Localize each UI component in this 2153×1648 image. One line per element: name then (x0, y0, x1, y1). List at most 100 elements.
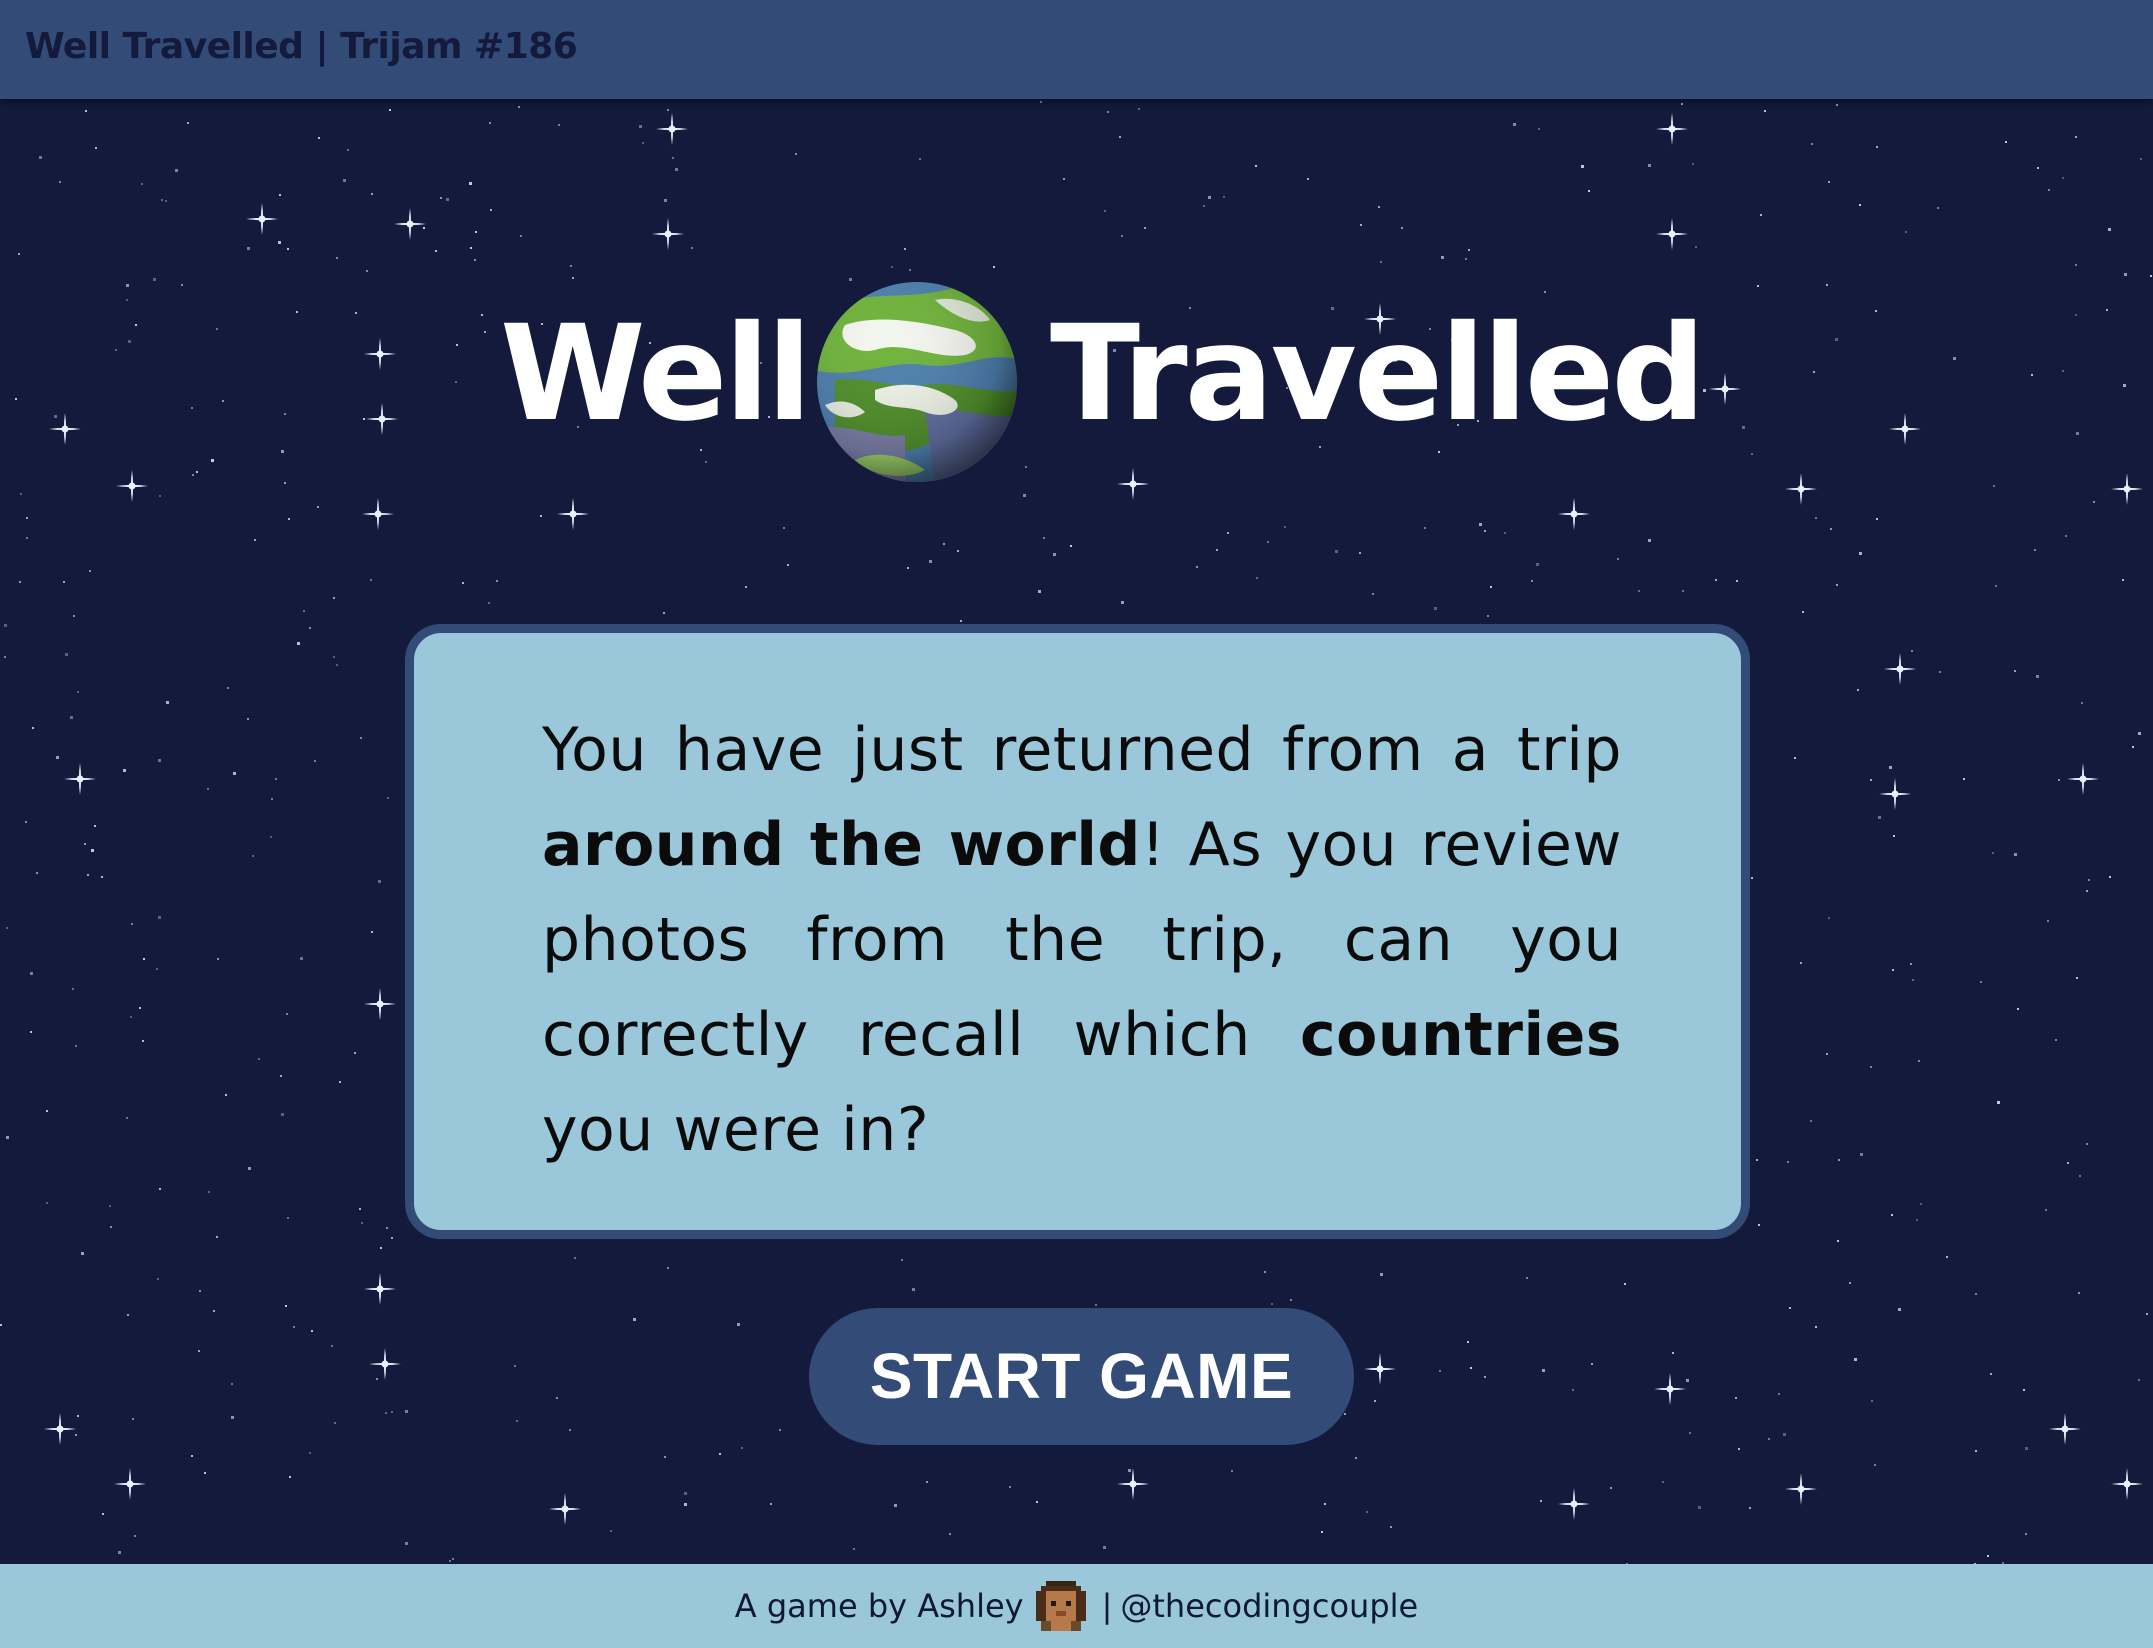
star (2109, 876, 2111, 878)
star (32, 727, 34, 729)
star (540, 515, 542, 517)
star (318, 137, 320, 139)
star (1992, 852, 1994, 854)
star (157, 1278, 159, 1280)
star (309, 1452, 311, 1454)
star (1572, 1389, 1574, 1391)
star (1581, 165, 1584, 168)
star (489, 122, 491, 124)
star (293, 1326, 295, 1328)
star (1624, 1283, 1626, 1285)
star (449, 1560, 451, 1562)
star (664, 199, 667, 202)
star (366, 270, 368, 272)
star (2014, 670, 2016, 672)
intro-text-part1: You have just returned from a trip (542, 715, 1622, 785)
star (19, 581, 21, 583)
sparkle-star (549, 1493, 581, 1525)
star (109, 1205, 111, 1207)
star (1857, 689, 1859, 691)
star (81, 1252, 84, 1255)
star (1764, 110, 1766, 112)
star (2023, 1389, 2025, 1391)
star (1617, 558, 1619, 560)
sparkle-star (1656, 218, 1688, 250)
star (1103, 1546, 1106, 1549)
star (1987, 1555, 1989, 1557)
star (26, 537, 28, 539)
star (317, 506, 319, 508)
star (279, 194, 281, 196)
intro-text: You have just returned from a trip aroun… (542, 703, 1622, 1178)
star (333, 597, 335, 599)
earth-globe-icon (815, 280, 1020, 485)
star (719, 1453, 721, 1455)
star (943, 543, 945, 545)
star (1939, 671, 1941, 673)
star (4, 624, 7, 627)
star (2037, 167, 2039, 169)
star (1738, 1448, 1740, 1450)
star (2014, 853, 2017, 856)
star (89, 570, 91, 572)
star (1975, 1293, 1977, 1295)
star (231, 1383, 233, 1385)
star (1487, 615, 1489, 617)
star (159, 1188, 161, 1190)
star (2005, 141, 2007, 143)
star (2062, 177, 2064, 179)
star (385, 1412, 387, 1414)
star (1095, 1304, 1097, 1306)
star (1946, 1256, 1948, 1258)
star (745, 586, 747, 588)
star (570, 265, 572, 267)
footer-credits: A game by Ashley | @thecodingcouple (0, 1564, 2153, 1648)
game-title: Well Travelled (0, 280, 2153, 500)
star (216, 1236, 218, 1238)
star (1591, 1363, 1593, 1365)
star (2067, 1162, 2069, 1164)
star (25, 821, 27, 823)
star (1335, 550, 1338, 553)
sparkle-star (394, 208, 426, 240)
star (1372, 593, 1374, 595)
star (2078, 1292, 2080, 1294)
star (142, 1040, 144, 1042)
start-game-button[interactable]: START GAME (809, 1308, 1354, 1445)
star (1695, 246, 1697, 248)
star (2146, 1313, 2148, 1315)
star (639, 125, 642, 128)
star (435, 250, 437, 252)
star (891, 266, 893, 268)
sparkle-star (1656, 113, 1688, 145)
star (1223, 196, 1225, 198)
star (1070, 545, 1072, 547)
sparkle-star (44, 1413, 76, 1445)
star (787, 564, 789, 566)
star (247, 718, 249, 720)
star (2048, 189, 2050, 191)
star (166, 701, 169, 704)
star (1290, 1299, 1292, 1301)
star (1231, 1470, 1233, 1472)
star (1360, 224, 1362, 226)
star (198, 1350, 200, 1352)
star (77, 1415, 79, 1417)
star (187, 122, 189, 124)
star (1849, 1282, 1851, 1284)
sparkle-star (369, 1348, 401, 1380)
star (904, 248, 906, 250)
star (161, 199, 163, 201)
star (1043, 537, 1045, 539)
star (289, 1476, 291, 1478)
sparkle-star (114, 1468, 146, 1500)
star (36, 872, 38, 874)
star (1063, 178, 1065, 180)
star (1876, 146, 1878, 148)
footer-handle-link[interactable]: @thecodingcouple (1120, 1587, 1418, 1625)
star (1434, 607, 1437, 610)
star (405, 1542, 408, 1545)
star (1937, 207, 1939, 209)
star (141, 183, 143, 185)
star (556, 1397, 558, 1399)
